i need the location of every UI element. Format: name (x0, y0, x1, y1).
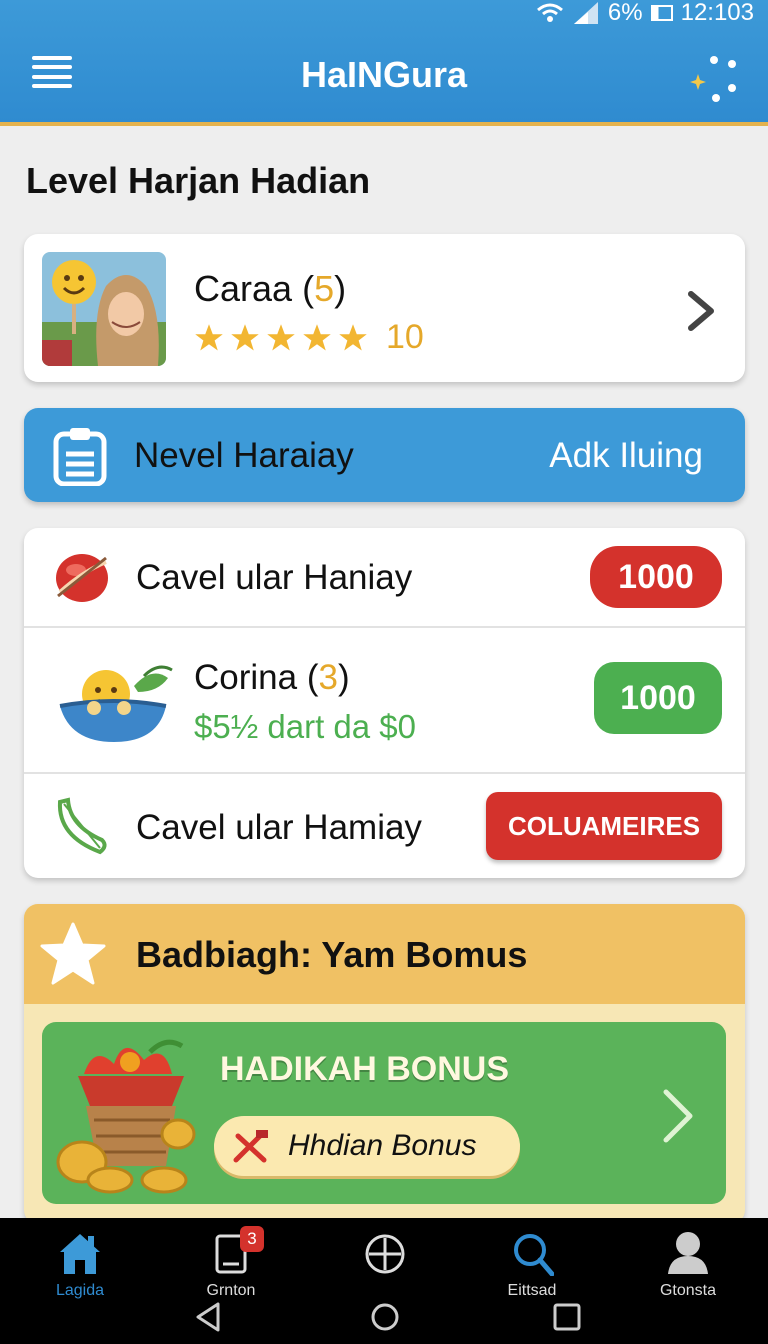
nav-item-grnton[interactable]: Grnton (166, 1218, 296, 1304)
bonus-title: Badbiagh: Yam Bomus (136, 934, 528, 975)
star-icon (339, 323, 367, 350)
profile-card[interactable]: Caraa (5) 10 (24, 234, 745, 382)
profile-count-close: ) (334, 268, 347, 309)
list-item-subtitle: $5½ dart da $0 (194, 708, 417, 745)
battery-percent: 6% (607, 0, 643, 26)
wifi-icon (536, 3, 563, 22)
value-badge[interactable]: 1000 (590, 546, 722, 608)
recent-apps-icon[interactable] (552, 1302, 582, 1332)
sparkle-dots-icon[interactable] (688, 52, 742, 106)
list-item-label: Corina (194, 658, 298, 697)
star-icon (40, 922, 106, 985)
list-item[interactable]: Cavel ular Hamiay COLUAMEIRES (24, 774, 745, 878)
signal-icon (573, 2, 598, 24)
profile-name-line: Caraa (5) (194, 268, 346, 310)
section-title: Nevel Haraiay (134, 436, 354, 475)
nav-item-label: Eittsad (507, 1282, 557, 1299)
plus-circle-icon (365, 1234, 405, 1274)
leaf-icon (57, 797, 107, 855)
nav-item-profile[interactable]: Gtonsta (623, 1218, 753, 1304)
bowl-mascot-icon (59, 665, 173, 742)
list-item-count-open: ( (297, 658, 319, 697)
bonus-pill-button[interactable]: Hhdian Bonus (214, 1116, 520, 1176)
list-item-label-line: Corina (3) (194, 658, 350, 698)
star-icon (267, 323, 295, 350)
nav-item-search[interactable]: Eittsad (467, 1218, 597, 1304)
list-item-label: Cavel ular Hamiay (136, 808, 422, 847)
home-icon (60, 1234, 100, 1274)
list-item-count-close: ) (337, 658, 350, 697)
bonus-card[interactable]: HADIKAH BONUS Hhdian Bonus (42, 1022, 726, 1204)
chevron-right-icon[interactable] (660, 1088, 696, 1144)
section-action-link[interactable]: Adk Iluing (549, 436, 703, 476)
clock: 12:103 (680, 0, 754, 26)
nav-item-label: Grnton (206, 1282, 256, 1299)
list-item[interactable]: Corina (3) $5½ dart da $0 1000 (24, 628, 745, 774)
ball-icon (56, 554, 108, 602)
gift-basket-icon (56, 1039, 196, 1194)
list-item-count: 3 (318, 658, 338, 697)
profile-name: Caraa (194, 268, 293, 309)
bonus-pill-label: Hhdian Bonus (288, 1129, 477, 1162)
reward-list: Cavel ular Haniay 1000 Corina (3) $5½ da… (24, 528, 745, 878)
nav-item-home[interactable]: Lagida (15, 1218, 145, 1304)
person-icon (668, 1232, 708, 1274)
nav-item-label: Lagida (55, 1282, 105, 1299)
list-item-label: Cavel ular Haniay (136, 558, 413, 597)
bonus-card-title: HADIKAH BONUS (220, 1050, 509, 1088)
profile-count-open: ( (292, 268, 315, 309)
nav-item-label: Gtonsta (659, 1282, 717, 1299)
clipboard-icon (53, 428, 107, 486)
page-title: Level Harjan Hadian (26, 160, 371, 201)
status-bar: 6% 12:103 (536, 0, 754, 26)
search-icon (514, 1234, 554, 1276)
battery-icon (650, 5, 673, 21)
app-title: HaINGura (300, 54, 468, 95)
notification-badge: 3 (240, 1226, 264, 1252)
value-badge[interactable]: 1000 (594, 662, 722, 734)
bonus-header: Badbiagh: Yam Bomus (24, 904, 745, 1004)
back-icon[interactable] (194, 1302, 224, 1332)
star-icon (303, 323, 331, 350)
star-icon (231, 323, 259, 350)
list-item[interactable]: Cavel ular Haniay 1000 (24, 528, 745, 628)
app-header: 6% 12:103 HaINGura (0, 0, 768, 126)
chevron-right-icon[interactable] (685, 290, 717, 332)
bonus-section: Badbiagh: Yam Bomus HADIKAH BONUS Hhdian… (24, 904, 745, 1224)
avatar (42, 252, 166, 366)
tools-icon (233, 1130, 268, 1163)
rating-value: 10 (386, 318, 424, 356)
nav-item-add[interactable] (320, 1218, 450, 1304)
profile-count: 5 (314, 268, 335, 309)
section-header: Nevel Haraiay Adk Iluing (24, 408, 745, 502)
star-rating: 10 (194, 318, 424, 357)
star-icon (195, 323, 223, 350)
claim-button[interactable]: COLUAMEIRES (486, 792, 722, 860)
home-circle-icon[interactable] (370, 1302, 400, 1332)
